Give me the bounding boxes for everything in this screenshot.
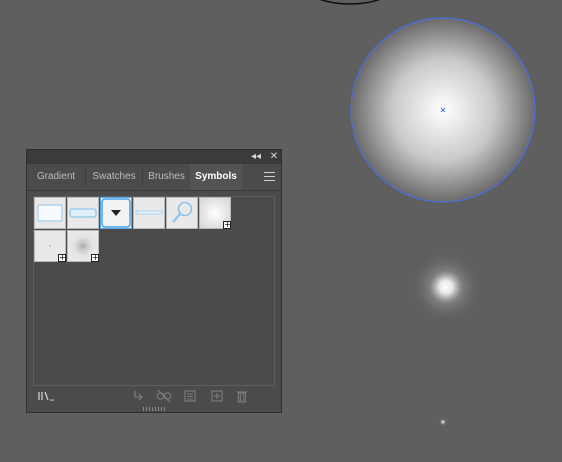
break-link-icon[interactable] bbox=[156, 389, 172, 407]
symbol-libraries-icon[interactable] bbox=[37, 390, 55, 408]
thin-bar-icon bbox=[135, 210, 163, 215]
resize-grip[interactable] bbox=[143, 407, 165, 411]
symbol-swatch-radial-blur[interactable]: + bbox=[67, 230, 99, 262]
partial-ellipse-outline[interactable] bbox=[298, 0, 402, 5]
new-symbol-icon[interactable] bbox=[210, 389, 224, 407]
tab-symbols[interactable]: Symbols bbox=[190, 164, 242, 190]
slider-bar-icon bbox=[69, 208, 97, 218]
panel-titlebar[interactable]: ◂◂ ✕ bbox=[27, 150, 281, 164]
symbol-swatch-slider-bar[interactable] bbox=[67, 197, 99, 229]
symbol-options-icon[interactable] bbox=[183, 389, 197, 407]
place-symbol-icon[interactable] bbox=[131, 389, 145, 407]
panel-tabs: Gradient Swatches Brushes Symbols bbox=[27, 164, 281, 191]
symbol-plus-badge-icon: + bbox=[91, 253, 99, 262]
panel-menu-icon[interactable] bbox=[264, 172, 275, 181]
symbol-swatch-tiny-dot[interactable]: + bbox=[34, 230, 66, 262]
tab-brushes[interactable]: Brushes bbox=[143, 164, 190, 190]
symbol-plus-badge-icon: + bbox=[58, 253, 66, 262]
symbol-swatch-soft-glow[interactable]: + bbox=[199, 197, 231, 229]
symbol-plus-badge-icon: + bbox=[223, 220, 231, 229]
close-icon[interactable]: ✕ bbox=[267, 150, 281, 164]
symbol-swatch-magnifier[interactable] bbox=[166, 197, 198, 229]
symbol-swatch-dropdown-button[interactable] bbox=[100, 197, 132, 229]
tab-swatches[interactable]: Swatches bbox=[86, 164, 142, 190]
symbols-panel: ◂◂ ✕ Gradient Swatches Brushes Symbols +… bbox=[26, 149, 282, 413]
tab-gradient[interactable]: Gradient bbox=[27, 164, 85, 190]
magnifier-icon bbox=[172, 201, 193, 223]
tiny-glow-instance[interactable] bbox=[439, 418, 447, 426]
dropdown-button-icon bbox=[101, 198, 131, 228]
panel-bottom-toolbar bbox=[27, 388, 281, 408]
rectangle-button-icon bbox=[37, 204, 63, 222]
symbols-grid: + + + bbox=[33, 196, 275, 386]
delete-icon[interactable] bbox=[235, 389, 249, 407]
collapse-icon[interactable]: ◂◂ bbox=[249, 150, 263, 164]
symbol-swatch-thin-bar[interactable] bbox=[133, 197, 165, 229]
glow-symbol-instance[interactable] bbox=[410, 251, 482, 323]
symbol-swatch-rectangle-button[interactable] bbox=[34, 197, 66, 229]
